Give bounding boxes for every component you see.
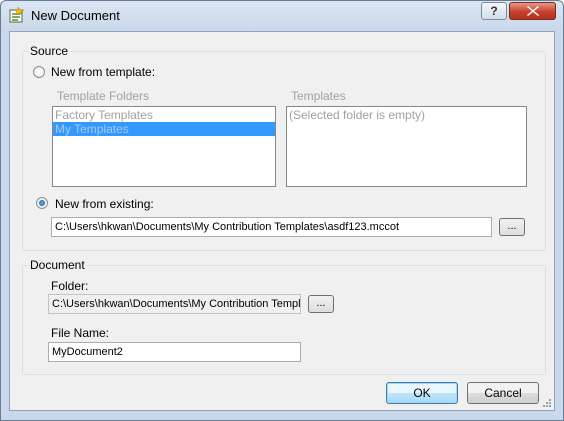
templates-list[interactable]: (Selected folder is empty): [286, 106, 527, 187]
filename-label: File Name:: [51, 326, 110, 340]
existing-browse-button[interactable]: ...: [499, 218, 525, 236]
existing-path-input[interactable]: C:\Users\hkwan\Documents\My Contribution…: [51, 217, 492, 237]
new-document-dialog: New Document ? Source New from template:…: [0, 0, 564, 421]
window-title: New Document: [31, 8, 120, 23]
close-button[interactable]: [509, 2, 556, 20]
new-from-existing-radio[interactable]: [36, 197, 48, 209]
help-button[interactable]: ?: [481, 2, 507, 20]
ok-button[interactable]: OK: [386, 382, 458, 404]
template-folders-label: Template Folders: [57, 89, 150, 103]
new-from-template-radio[interactable]: [33, 66, 45, 78]
resize-grip-icon[interactable]: [541, 397, 551, 407]
new-document-icon: [9, 6, 25, 23]
new-from-existing-label[interactable]: New from existing:: [55, 197, 154, 211]
document-group-label: Document: [28, 258, 87, 272]
list-item-my-templates[interactable]: My Templates: [53, 122, 275, 136]
list-item-factory-templates[interactable]: Factory Templates: [53, 108, 275, 122]
close-icon: [527, 6, 539, 16]
template-folders-list[interactable]: Factory Templates My Templates: [52, 106, 276, 187]
folder-label: Folder:: [51, 279, 89, 293]
title-bar[interactable]: New Document ?: [1, 1, 563, 31]
templates-label: Templates: [291, 89, 346, 103]
cancel-button[interactable]: Cancel: [467, 382, 539, 404]
templates-empty-text: (Selected folder is empty): [289, 108, 426, 122]
folder-input: C:\Users\hkwan\Documents\My Contribution…: [48, 294, 301, 314]
help-icon: ?: [490, 4, 498, 18]
dialog-body: Source New from template: Template Folde…: [9, 31, 555, 411]
folder-browse-button[interactable]: ...: [308, 295, 334, 313]
filename-input[interactable]: MyDocument2: [48, 342, 301, 362]
new-from-template-label[interactable]: New from template:: [51, 65, 155, 79]
source-group-label: Source: [28, 44, 71, 58]
